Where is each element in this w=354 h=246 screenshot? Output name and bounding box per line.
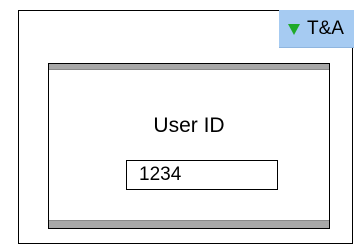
- ta-label: T&A: [307, 18, 344, 39]
- userid-label: User ID: [153, 114, 225, 137]
- panel-bottom-bar: [49, 220, 329, 228]
- triangle-down-icon: [288, 23, 300, 35]
- ta-menu-button[interactable]: T&A: [279, 10, 354, 48]
- userid-field[interactable]: 1234: [126, 160, 278, 190]
- panel-top-bar: [49, 64, 329, 70]
- login-panel: User ID 1234: [48, 63, 330, 229]
